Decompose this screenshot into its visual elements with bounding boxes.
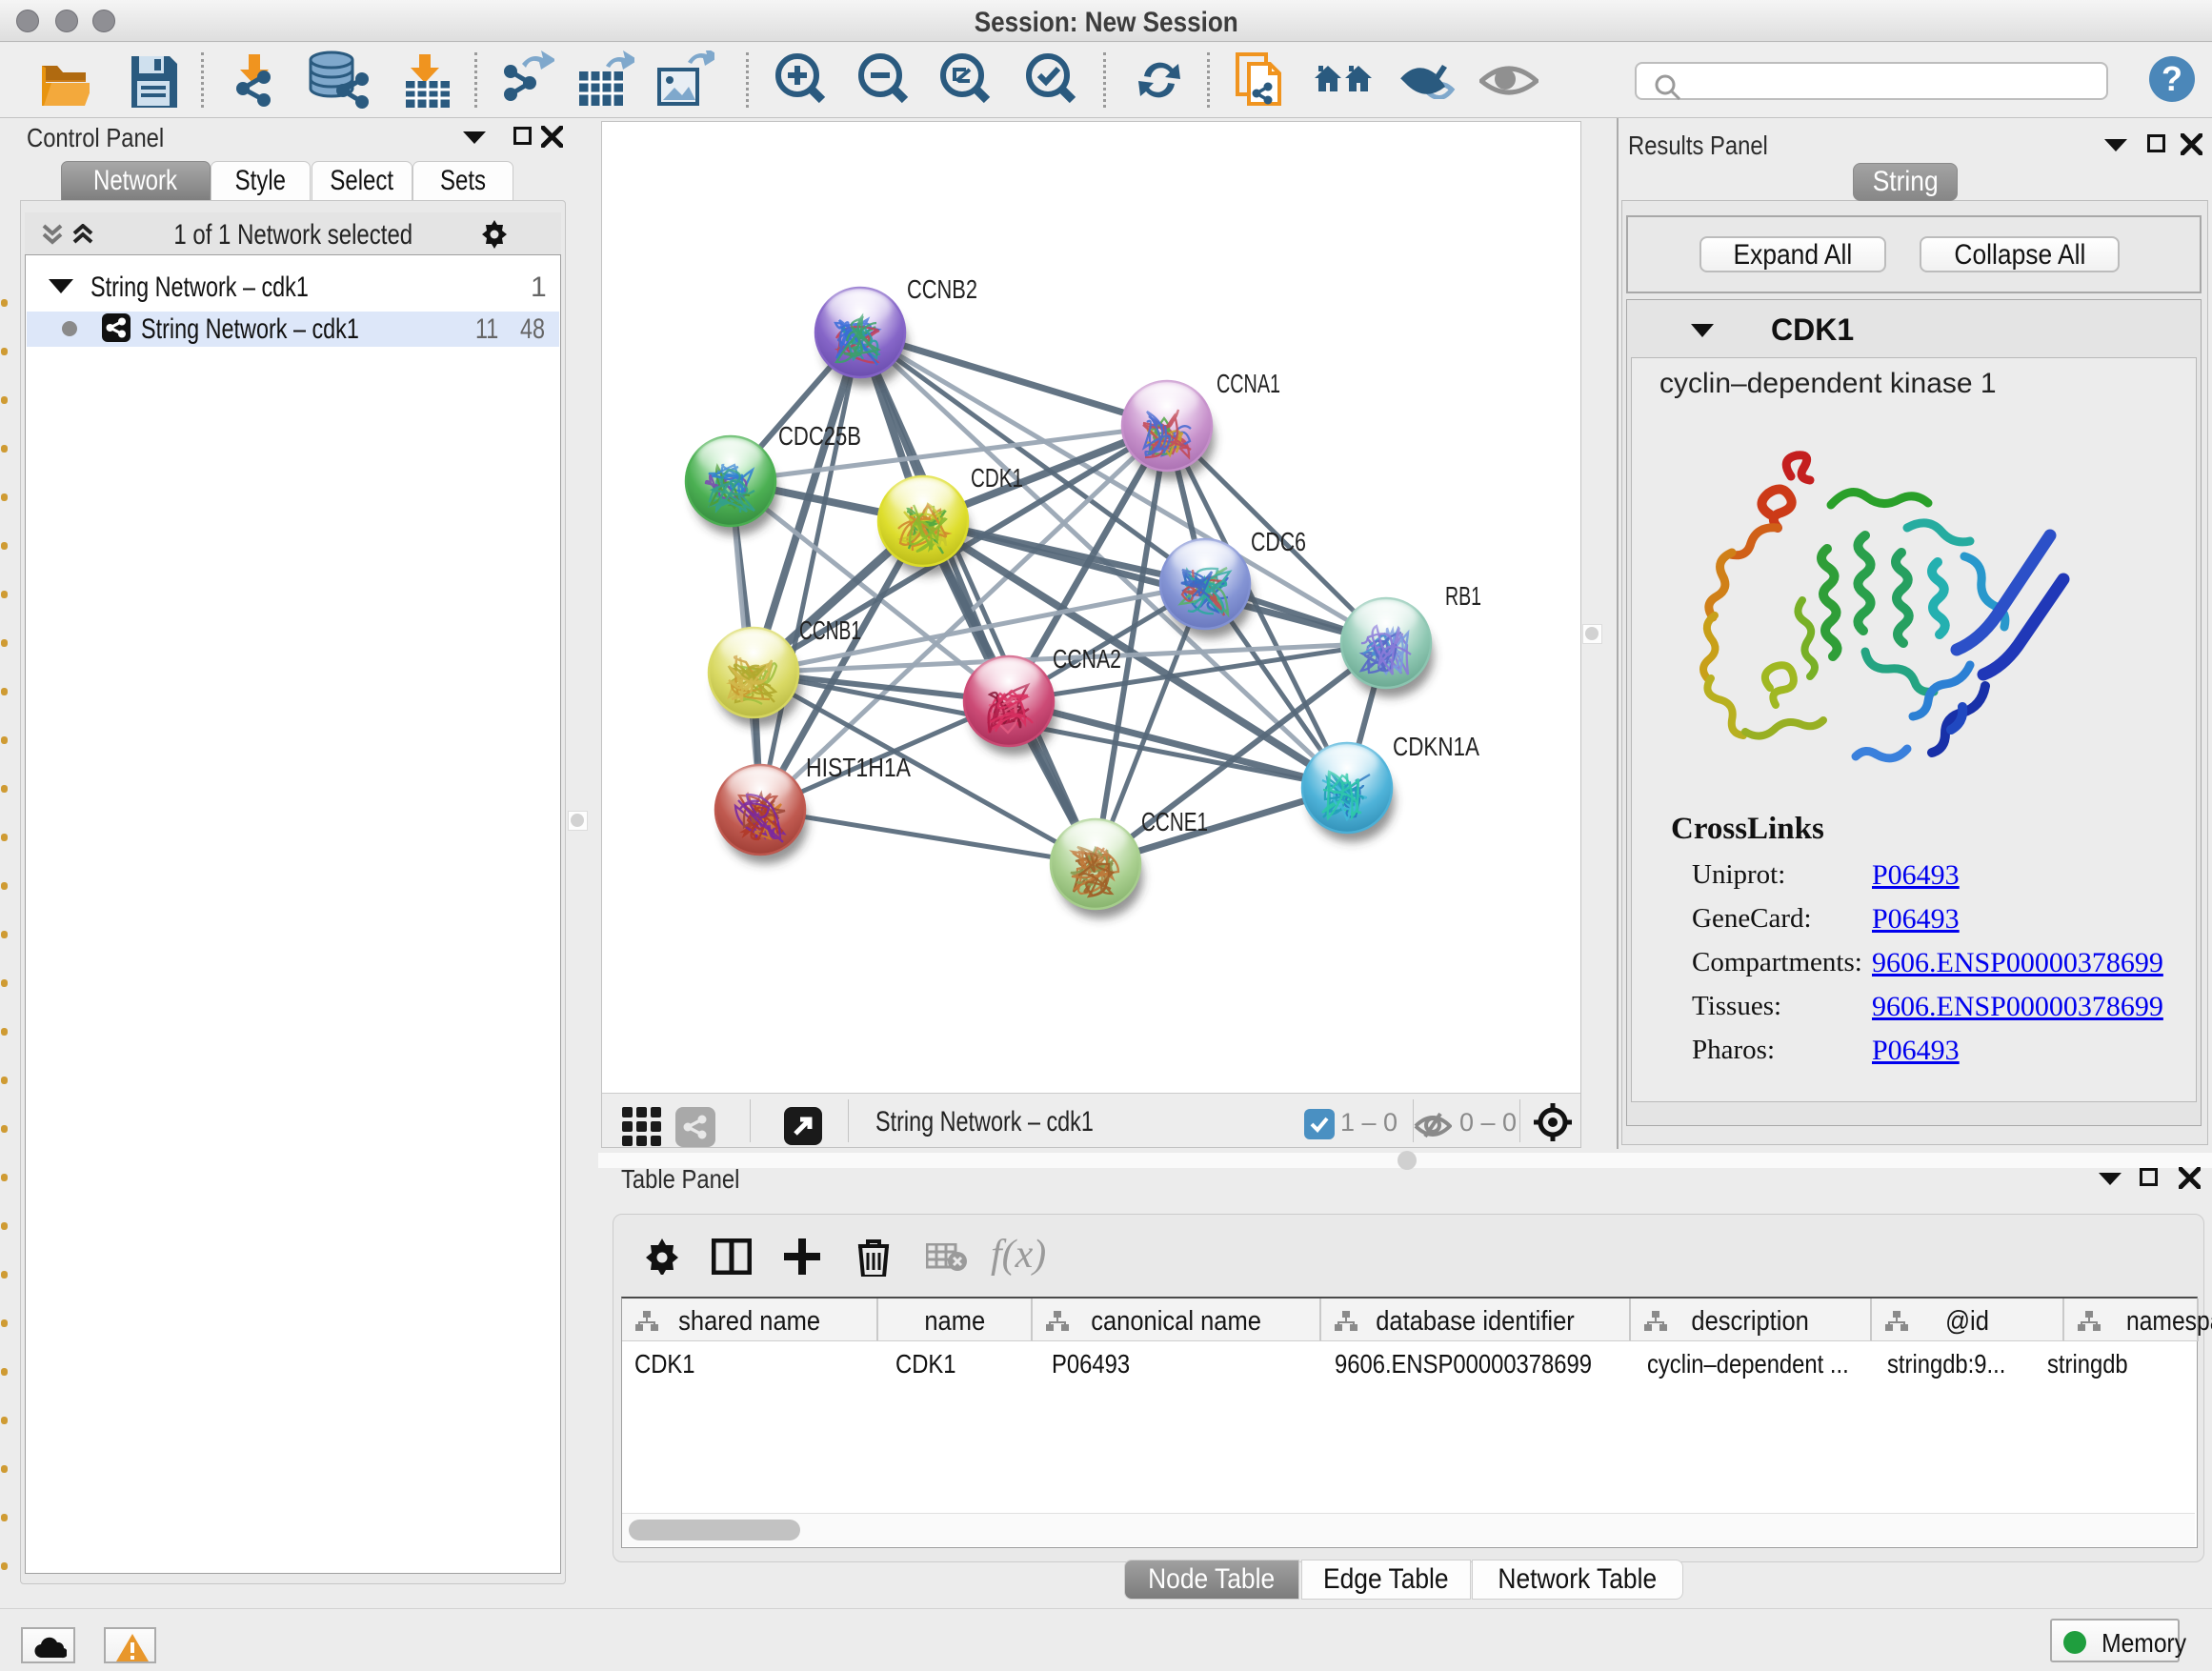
svg-text:CCNB1: CCNB1 [799,615,861,645]
svg-text:CDC6: CDC6 [1251,527,1306,556]
svg-text:CCNA2: CCNA2 [1053,644,1121,674]
svg-text:CDK1: CDK1 [971,463,1023,493]
svg-text:CDC25B: CDC25B [778,421,861,451]
svg-text:CCNE1: CCNE1 [1141,807,1208,836]
svg-text:CCNB2: CCNB2 [907,274,977,304]
svg-text:?: ? [2162,59,2182,98]
svg-text:RB1: RB1 [1445,581,1481,611]
svg-text:CCNA1: CCNA1 [1217,369,1280,398]
svg-text:CDKN1A: CDKN1A [1393,732,1479,761]
svg-text:HIST1H1A: HIST1H1A [806,753,911,782]
